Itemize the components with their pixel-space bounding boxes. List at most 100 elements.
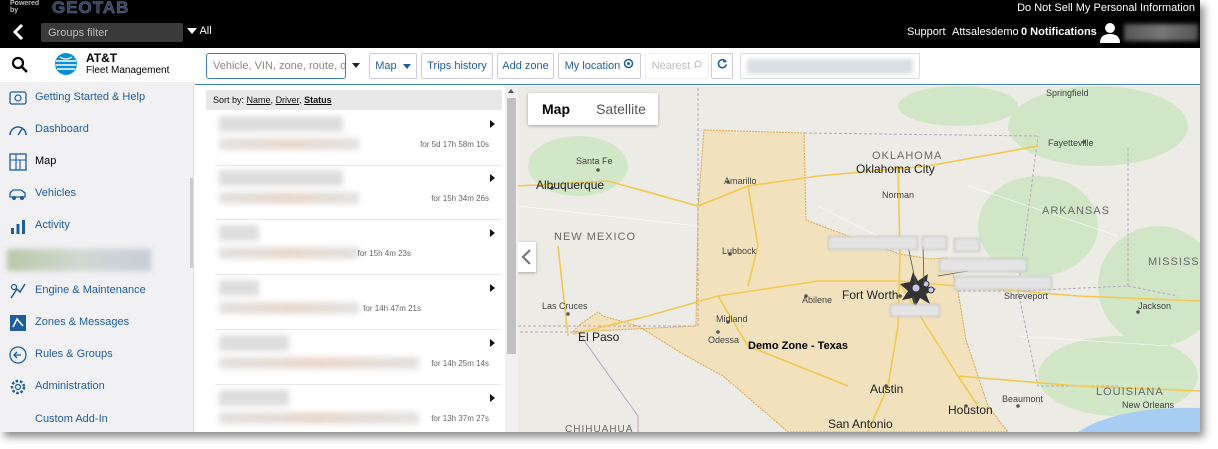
vehicle-list-item[interactable]: for 5d 17h 58m 10s — [215, 112, 501, 166]
vehicle-list-item[interactable]: for 13h 37m 27s — [215, 386, 501, 432]
brand-subtitle: Fleet Management — [86, 65, 170, 76]
chevron-right-icon[interactable] — [490, 229, 495, 237]
map-label-santa-fe: Santa Fe — [576, 156, 613, 166]
map-label-san-antonio: San Antonio — [828, 417, 893, 431]
support-link[interactable]: Support — [907, 26, 946, 38]
trips-history-button[interactable]: Trips history — [421, 53, 493, 79]
chevron-right-icon[interactable] — [490, 120, 495, 128]
map-label-fayetteville: Fayetteville — [1048, 138, 1094, 148]
sidebar-item-zones-messages[interactable]: Zones & Messages — [0, 308, 193, 338]
map-label-amarillo: Amarillo — [724, 176, 757, 186]
search-icon[interactable] — [11, 56, 29, 74]
vehicle-label-blurred[interactable] — [954, 238, 980, 252]
sidebar-item-dashboard[interactable]: Dashboard — [0, 115, 193, 145]
powered-by-label: Powered by — [10, 0, 40, 14]
map-label-shreveport: Shreveport — [1004, 291, 1049, 301]
caret-down-icon[interactable] — [352, 63, 360, 68]
add-zone-button[interactable]: Add zone — [497, 53, 554, 79]
sidebar-item-vehicles[interactable]: Vehicles — [0, 179, 193, 209]
groups-filter-input[interactable] — [41, 23, 183, 42]
sidebar-item-label: Dashboard — [35, 123, 89, 135]
zone-label[interactable]: Demo Zone - Texas — [748, 340, 848, 352]
sort-by-name[interactable]: Name — [247, 95, 271, 105]
sidebar-item-custom-add-in[interactable]: Custom Add-In — [0, 405, 193, 432]
sidebar-item-label: Engine & Maintenance — [35, 284, 146, 296]
list-scrollbar[interactable] — [505, 86, 518, 432]
user-icon[interactable] — [1099, 21, 1121, 43]
all-groups-toggle[interactable]: All — [187, 25, 212, 37]
sidebar-item-map[interactable]: Map — [0, 147, 193, 177]
vehicle-label-blurred[interactable] — [890, 304, 940, 317]
vehicle-name-blurred — [219, 170, 343, 186]
vehicle-label-blurred[interactable] — [828, 236, 918, 250]
vehicle-list-item[interactable]: for 15h 34m 26s — [215, 166, 501, 220]
refresh-icon — [717, 54, 728, 78]
vehicle-label-blurred[interactable] — [954, 276, 1052, 290]
my-location-button[interactable]: My location — [558, 53, 641, 79]
rules-icon — [8, 345, 28, 365]
att-globe-icon — [54, 52, 78, 76]
sort-by-status[interactable]: Status — [304, 95, 332, 105]
sidebar: AT&T Fleet Management Getting Started & … — [0, 48, 194, 432]
map-label-lubbock: Lubbock — [722, 246, 757, 256]
status-duration: for 14h 47m 21s — [363, 304, 421, 313]
vehicle-status-blurred — [219, 302, 359, 314]
back-icon[interactable] — [8, 22, 30, 42]
sidebar-item-label: Vehicles — [35, 187, 76, 199]
help-icon — [8, 88, 28, 108]
chevron-right-icon[interactable] — [490, 284, 495, 292]
vehicle-status-blurred — [219, 412, 419, 424]
vehicle-status-blurred — [219, 138, 359, 150]
collapse-list-button[interactable] — [518, 242, 536, 272]
chevron-left-icon — [521, 249, 531, 265]
sort-by-driver[interactable]: Driver — [276, 95, 300, 105]
date-range-field-blurred[interactable] — [740, 53, 920, 79]
map-label-las-cruces: Las Cruces — [542, 301, 588, 311]
map-label-odessa: Odessa — [708, 335, 740, 345]
map-canvas[interactable]: OKLAHOMA ARKANSAS NEW MEXICO MISSISSIPI … — [518, 86, 1200, 432]
refresh-button[interactable] — [711, 53, 733, 79]
chevron-right-icon[interactable] — [490, 394, 495, 402]
vehicle-list-item[interactable]: for 14h 47m 21s — [215, 276, 501, 330]
map-label-austin: Austin — [870, 382, 904, 396]
powered-bar: Powered by GEOTAB Do Not Sell My Persona… — [0, 0, 1200, 17]
zones-icon — [8, 313, 28, 333]
vehicle-label-blurred[interactable] — [939, 258, 1027, 272]
engine-icon — [8, 281, 28, 301]
map-type-map-button[interactable]: Map — [528, 93, 584, 125]
notifications-link[interactable]: 0 Notifications — [1021, 26, 1097, 38]
map-dropdown-button[interactable]: Map — [369, 53, 417, 79]
sidebar-item-label: Map — [35, 155, 57, 167]
map-type-satellite-button[interactable]: Satellite — [584, 93, 658, 125]
sidebar-item-label: Getting Started & Help — [35, 91, 146, 103]
sidebar-item-rules-groups[interactable]: Rules & Groups — [0, 340, 193, 370]
sidebar-item-administration[interactable]: Administration — [0, 372, 193, 402]
sidebar-item-activity[interactable]: Activity — [0, 211, 193, 241]
chevron-right-icon[interactable] — [490, 174, 495, 182]
sidebar-item-getting-started[interactable]: Getting Started & Help — [0, 83, 193, 113]
vehicle-search-input[interactable] — [206, 53, 346, 79]
map-label-norman: Norman — [882, 190, 915, 200]
vehicle-label-blurred[interactable] — [922, 236, 947, 250]
scrollbar-thumb[interactable] — [507, 98, 516, 354]
sidebar-item-engine-maintenance[interactable]: Engine & Maintenance — [0, 276, 193, 306]
do-not-sell-link[interactable]: Do Not Sell My Personal Information — [1017, 2, 1195, 14]
sidebar-item-label: Custom Add-In — [35, 413, 108, 425]
scroll-up-icon[interactable] — [508, 89, 514, 93]
map-label-arkansas: ARKANSAS — [1042, 205, 1110, 217]
vehicle-list-item[interactable]: for 15h 4m 23s — [215, 221, 501, 275]
sidebar-scrollbar[interactable] — [190, 178, 193, 268]
vehicle-name-blurred — [219, 280, 259, 296]
vehicle-list-item[interactable]: for 14h 25m 14s — [215, 331, 501, 385]
all-label: All — [199, 25, 212, 37]
map-toolbar: Map Trips history Add zone My location N… — [195, 48, 1200, 85]
nearest-button[interactable]: Nearest — [645, 53, 709, 79]
map-label-jackson: Jackson — [1138, 301, 1172, 311]
chevron-right-icon[interactable] — [490, 339, 495, 347]
user-name[interactable]: Attsalesdemo — [952, 26, 1019, 38]
vehicle-name-blurred — [219, 335, 289, 351]
map-label-new-orleans: New Orleans — [1122, 400, 1175, 410]
caret-down-icon — [402, 63, 411, 69]
brand-name: AT&T — [86, 51, 118, 65]
sidebar-item-blurred[interactable] — [7, 249, 151, 271]
